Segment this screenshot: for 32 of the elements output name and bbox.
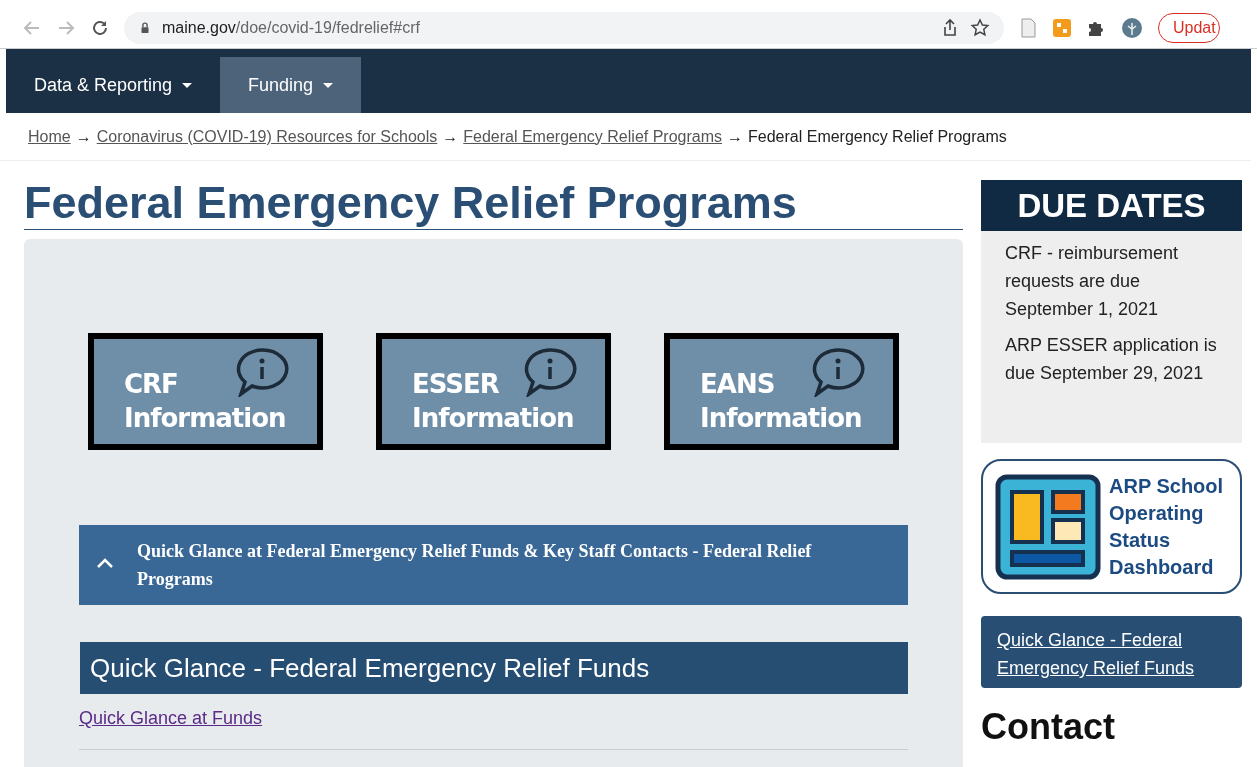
url-text: maine.gov/doe/covid-19/fedrelief#crf <box>162 19 420 37</box>
info-bubble-icon <box>523 347 577 397</box>
due-dates-heading: DUE DATES <box>981 180 1242 231</box>
breadcrumb-current: Federal Emergency Relief Programs <box>748 127 1007 146</box>
nav-tab[interactable]: Funding <box>220 57 362 113</box>
dashboard-card[interactable]: ARP School Operating Status Dashboard <box>981 459 1242 594</box>
due-date-text: ARP ESSER application is due September 29, 2021 <box>1005 334 1218 385</box>
breadcrumb-link[interactable]: Home <box>28 127 71 146</box>
quick-glance-link[interactable]: Quick Glance - Federal Emergency Relief Funds <box>981 616 1242 688</box>
breadcrumb-separator: → <box>75 127 92 146</box>
page-title: Federal Emergency Relief Programs <box>24 179 963 230</box>
info-bubble-icon <box>811 347 865 397</box>
contact-heading: Contact <box>981 706 1116 748</box>
section-heading: Quick Glance - Federal Emergency Relief Funds <box>80 642 908 694</box>
accordion-header[interactable]: Quick Glance at Federal Emergency Relief Funds & Key Staff Contacts - Federal Relief Programs <box>79 525 908 605</box>
info-bubble-icon <box>235 347 289 397</box>
breadcrumb-separator: → <box>727 127 743 146</box>
caret-icon <box>182 82 193 88</box>
due-date-text: CRF - reimbursement requests are due September 1, 2021 <box>1005 242 1180 321</box>
dashboard-icon <box>995 473 1101 580</box>
avatar-icon[interactable] <box>1120 18 1144 38</box>
update-button[interactable]: Updat <box>1158 13 1220 43</box>
funds-link[interactable]: Quick Glance at Funds <box>79 708 263 729</box>
nav-tab[interactable]: Data & Reporting <box>6 57 221 113</box>
breadcrumb-separator: → <box>442 127 459 146</box>
star-icon[interactable] <box>970 18 990 38</box>
chevron-icon <box>95 557 115 570</box>
breadcrumb-link[interactable]: Coronavirus (COVID-19) Resources for Schools <box>96 127 438 146</box>
reload-icon[interactable] <box>90 18 110 38</box>
address-bar[interactable]: maine.gov/doe/covid-19/fedrelief#crf <box>124 12 1004 44</box>
breadcrumb-link[interactable]: Federal Emergency Relief Programs <box>463 127 722 146</box>
caret-icon <box>323 82 334 88</box>
